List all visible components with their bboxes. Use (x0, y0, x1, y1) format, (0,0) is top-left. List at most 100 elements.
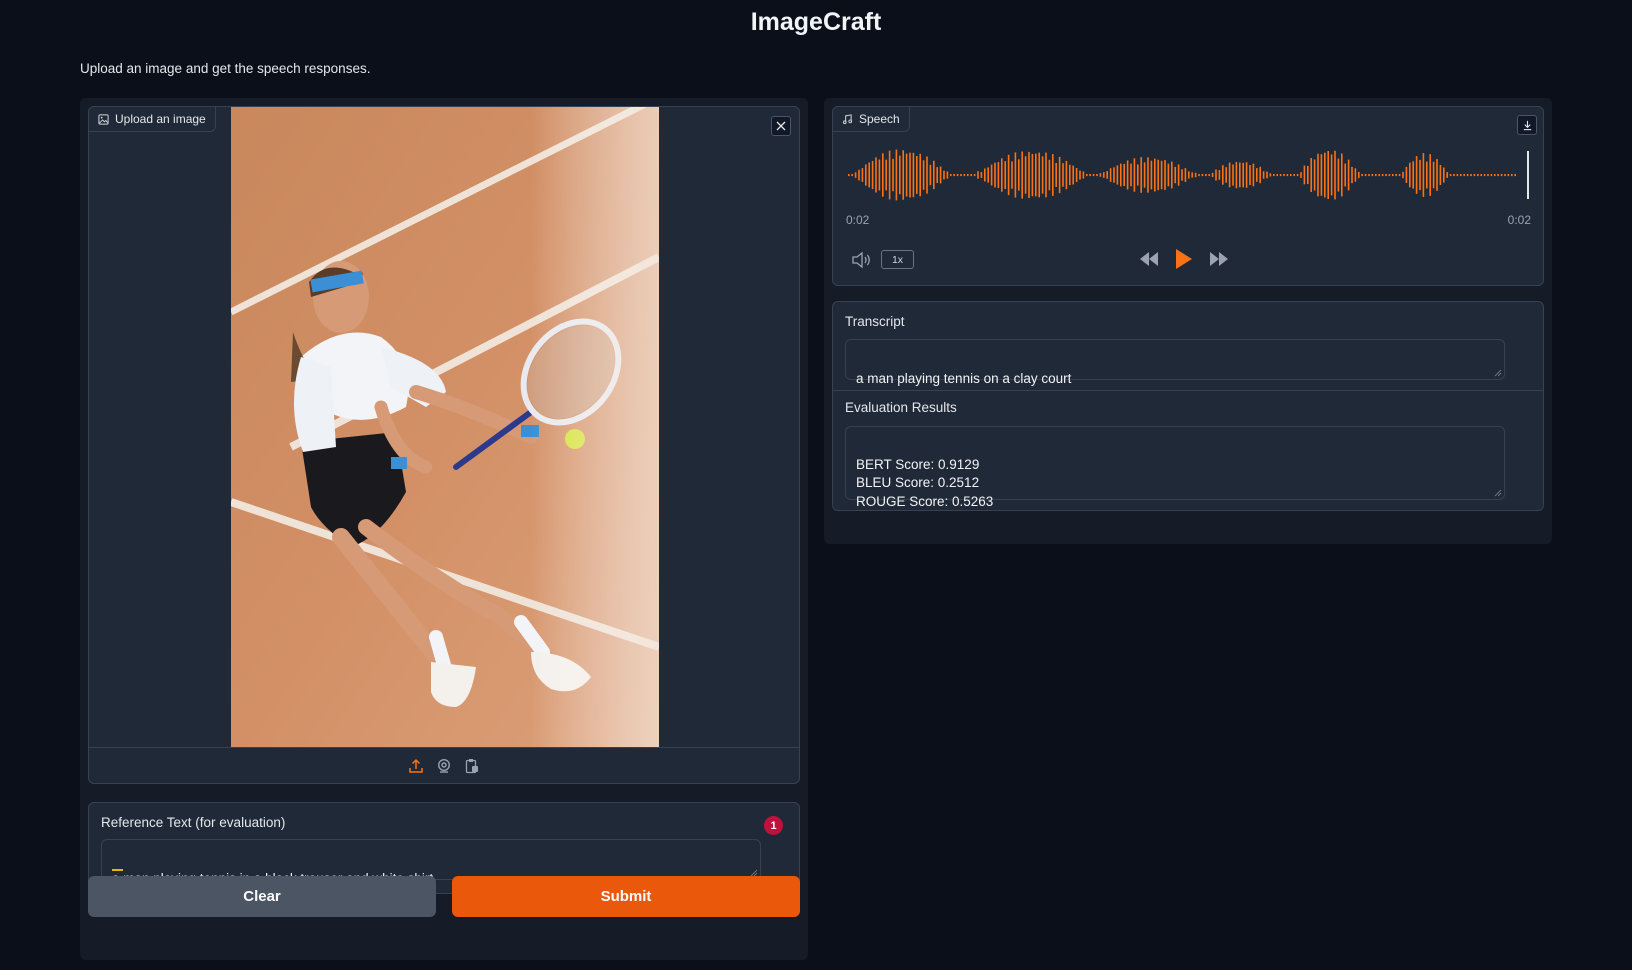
waveform-bar (1504, 174, 1506, 177)
waveform-bar (1143, 162, 1146, 188)
upload-source-button[interactable] (407, 757, 425, 775)
play-icon (1176, 249, 1192, 269)
waveform-bar (854, 172, 857, 178)
waveform-bar (950, 174, 952, 177)
waveform-bar (1286, 174, 1289, 177)
image-input-label-text: Upload an image (115, 112, 206, 126)
waveform-bar (875, 157, 877, 193)
waveform-bar (912, 152, 915, 198)
notification-badge[interactable]: 1 (764, 816, 783, 835)
waveform-bar (1307, 165, 1309, 185)
waveform-bar (1038, 152, 1040, 198)
waveform-bar (899, 155, 901, 195)
waveform-bar (963, 174, 966, 177)
waveform-bar (1446, 172, 1448, 178)
transcript-output[interactable]: a man playing tennis on a clay court (845, 339, 1505, 386)
waveform-bar (1381, 174, 1384, 177)
waveform-bar (1290, 174, 1292, 177)
waveform-bar (1273, 174, 1275, 177)
waveform-bar (922, 160, 925, 190)
waveform-bar (1364, 174, 1367, 177)
waveform-bar (1279, 174, 1282, 177)
download-audio-button[interactable] (1517, 115, 1537, 135)
clear-image-button[interactable] (771, 116, 791, 136)
reference-text-label: Reference Text (for evaluation) (101, 815, 286, 830)
waveform-bar (1388, 174, 1391, 177)
waveform-bar (1123, 163, 1125, 186)
reference-text-input[interactable]: a man playing tennis in a black trouser … (101, 839, 761, 886)
waveform-bar (1419, 159, 1421, 191)
rewind-button[interactable] (1137, 247, 1161, 271)
spellcheck-underline (112, 869, 123, 871)
waveform-bar (1154, 158, 1156, 192)
volume-icon[interactable] (851, 251, 873, 269)
evaluation-output[interactable]: BERT Score: 0.9129 BLEU Score: 0.2512 RO… (845, 426, 1505, 509)
speech-label: Speech (833, 107, 910, 132)
waveform-bar (1405, 166, 1408, 183)
output-column: Speech 0:02 0:02 1x Transcript a man pla… (824, 98, 1552, 544)
playhead[interactable] (1527, 151, 1529, 199)
duration-time: 0:02 (1507, 213, 1531, 227)
image-icon (98, 113, 109, 125)
waveform-bar (1096, 174, 1098, 177)
waveform-bar (1500, 174, 1503, 177)
clear-button[interactable]: Clear (88, 876, 436, 917)
waveform-bar (1249, 165, 1251, 185)
waveform-bar (946, 171, 949, 179)
waveform-bar (1079, 170, 1081, 180)
waveform-bar (967, 174, 969, 177)
waveform-bar (953, 174, 955, 177)
waveform-bar (1378, 174, 1380, 177)
clipboard-source-button[interactable] (463, 757, 481, 775)
waveform-bar (902, 150, 904, 200)
resize-handle-icon[interactable] (1492, 367, 1502, 377)
waveform-bar (851, 174, 853, 177)
waveform-bar (865, 164, 867, 186)
waveform-bar (1276, 174, 1278, 177)
waveform-bar (1024, 156, 1027, 194)
waveform-bar (1092, 174, 1095, 177)
waveform-bar (936, 167, 938, 183)
audio-waveform[interactable] (846, 145, 1530, 205)
waveform-bar (1368, 174, 1370, 177)
waveform-bar (1041, 156, 1044, 194)
playback-speed-button[interactable]: 1x (881, 250, 914, 269)
image-upload-panel[interactable]: Upload an image (88, 106, 800, 784)
fast-forward-button[interactable] (1207, 247, 1231, 271)
waveform-bar (861, 168, 864, 182)
play-button[interactable] (1171, 247, 1195, 271)
waveform-bar (1174, 166, 1176, 184)
waveform-bar (1171, 161, 1173, 189)
waveform-bar (1426, 161, 1428, 189)
waveform-bar (1398, 174, 1401, 177)
waveform-bar (895, 149, 898, 201)
waveform-bar (973, 174, 976, 177)
waveform-bar (1167, 163, 1170, 187)
waveform-bar (970, 174, 972, 177)
waveform-bar (1184, 168, 1187, 182)
waveform-bar (1048, 159, 1051, 191)
webcam-source-button[interactable] (435, 757, 453, 775)
waveform-bar (1514, 174, 1516, 177)
upload-icon (409, 758, 423, 773)
waveform-bar (1133, 158, 1136, 192)
waveform-bar (1120, 163, 1122, 187)
waveform-bar (1235, 161, 1238, 189)
resize-handle-icon[interactable] (1492, 487, 1502, 497)
waveform-bar (1341, 153, 1343, 197)
evaluation-value: BERT Score: 0.9129 BLEU Score: 0.2512 RO… (856, 456, 994, 509)
speech-output-panel: Speech 0:02 0:02 1x (832, 106, 1544, 286)
waveform-bar (1375, 174, 1377, 177)
waveform-bar (1327, 151, 1329, 199)
current-time: 0:02 (846, 213, 870, 227)
waveform-bar (1443, 167, 1445, 183)
waveform-bar (1371, 174, 1374, 177)
image-preview-area[interactable]: Upload an image (89, 107, 799, 747)
submit-button[interactable]: Submit (452, 876, 800, 917)
speech-label-text: Speech (859, 112, 900, 126)
waveform-bar (1470, 174, 1472, 177)
results-panel: Transcript a man playing tennis on a cla… (832, 301, 1544, 511)
waveform-bar (1497, 174, 1499, 177)
webcam-icon (437, 758, 451, 773)
waveform-bar (858, 169, 860, 181)
